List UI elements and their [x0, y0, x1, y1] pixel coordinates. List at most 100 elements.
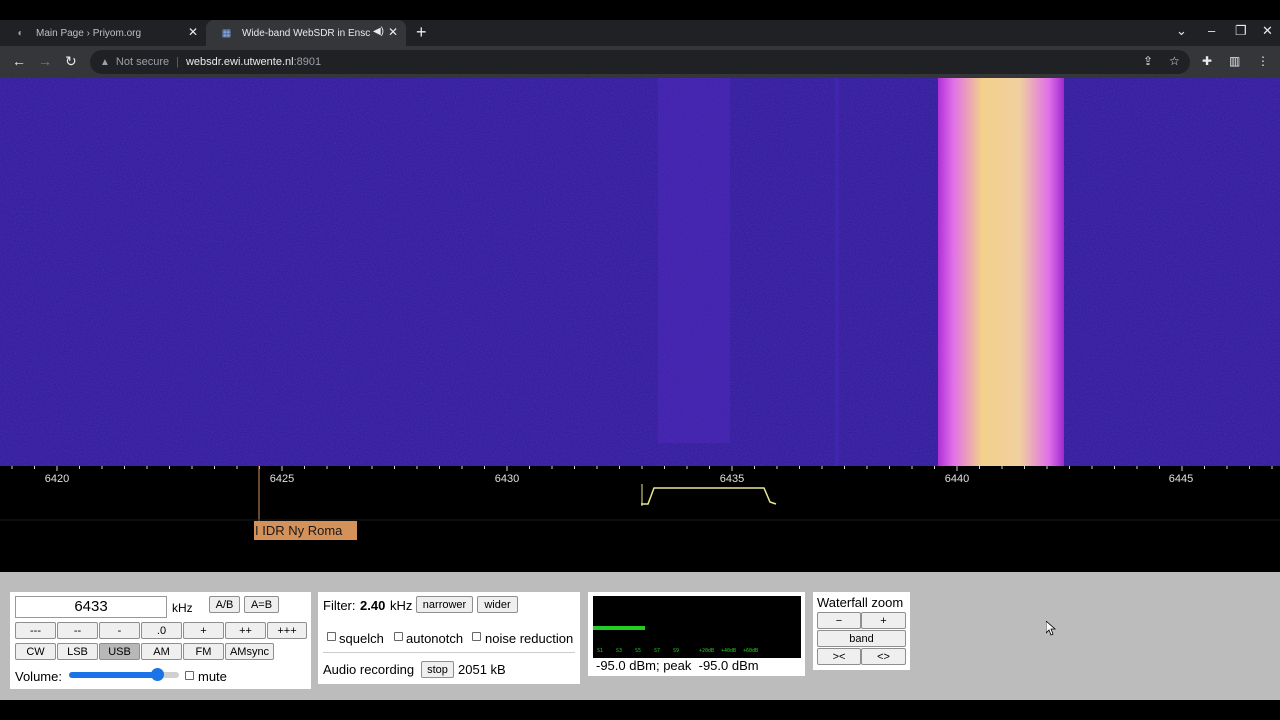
smeter-panel: S1 S3 S5 S7 S9 +20dB +40dB +60dB -95.0 dBm; pea…	[588, 592, 805, 676]
tick-label-6445: 6445	[1169, 473, 1193, 485]
smeter-display: S1 S3 S5 S7 S9 +20dB +40dB +60dB	[593, 596, 801, 658]
smeter-scale-labels: S1 S3 S5 S7 S9 +20dB +40dB +60dB	[597, 648, 758, 654]
waterfall-noise	[0, 78, 1280, 466]
tick-label-6440: 6440	[945, 473, 969, 485]
smeter-scale-label: +20dB	[699, 648, 714, 654]
filter-divider	[323, 652, 575, 653]
mute-checkbox[interactable]	[185, 671, 194, 680]
faint-carrier-line	[835, 78, 839, 466]
smeter-scale-label: S3	[616, 648, 622, 654]
zoom-title: Waterfall zoom	[817, 595, 904, 610]
squelch-checkbox[interactable]	[327, 632, 336, 641]
mouse-cursor-icon	[1046, 621, 1057, 636]
noise-reduction-checkbox[interactable]	[472, 632, 481, 641]
extensions-puzzle-icon[interactable]: ✚	[1202, 54, 1212, 68]
tick-label-6420: 6420	[45, 473, 69, 485]
mode-usb-button[interactable]: USB	[99, 643, 140, 660]
smeter-scale-label: +60dB	[743, 648, 758, 654]
warning-icon: ▲	[100, 56, 110, 68]
recording-size: 2051 kB	[458, 662, 506, 677]
bottom-black-strip	[0, 700, 1280, 720]
filter-unit: kHz	[390, 598, 413, 613]
narrower-button[interactable]: narrower	[416, 596, 473, 613]
zoom-narrow-button[interactable]: ><	[817, 648, 861, 665]
tab-bar: ◐ Main Page › Priyom.org ✕ ▦ Wide-band W…	[0, 20, 1280, 46]
smeter-scale-label: +40dB	[721, 648, 736, 654]
a-equals-b-button[interactable]: A=B	[244, 596, 279, 613]
step-up-large-button[interactable]: +++	[267, 622, 307, 639]
waterfall-display[interactable]	[0, 78, 1280, 466]
reload-icon[interactable]: ↻	[65, 53, 77, 70]
mode-fm-button[interactable]: FM	[183, 643, 224, 660]
frequency-scale[interactable]: 6420 6425 6430 6435 6440 6445 I IDR Ny R…	[0, 466, 1280, 572]
ab-button[interactable]: A/B	[209, 596, 240, 613]
tab-search-icon[interactable]: ⌄	[1176, 23, 1187, 39]
stop-recording-button[interactable]: stop	[421, 661, 454, 678]
minor-ticks	[11, 466, 1273, 471]
mode-cw-button[interactable]: CW	[15, 643, 56, 660]
share-icon[interactable]: ⇪	[1143, 54, 1153, 68]
round-frequency-button[interactable]: .0	[141, 622, 182, 639]
smeter-scale-label: S5	[635, 648, 641, 654]
autonotch-label: autonotch	[406, 631, 464, 646]
passband-indicator[interactable]	[641, 487, 777, 505]
frequency-input[interactable]: 6433	[15, 596, 167, 618]
zoom-in-button[interactable]: +	[861, 612, 906, 629]
bookmark-star-icon[interactable]: ☆	[1169, 54, 1180, 68]
smeter-scale-label: S9	[673, 648, 679, 654]
side-panel-icon[interactable]: ▥	[1229, 54, 1240, 68]
smeter-readout: -95.0 dBm; peak -95.0 dBm	[596, 658, 759, 673]
volume-slider[interactable]	[69, 668, 179, 681]
tab-title: Main Page › Priyom.org	[36, 27, 142, 39]
close-tab-icon[interactable]: ✕	[388, 25, 398, 39]
mode-lsb-button[interactable]: LSB	[57, 643, 98, 660]
top-black-strip	[0, 0, 1280, 20]
step-down-large-button[interactable]: ---	[15, 622, 56, 639]
step-up-small-button[interactable]: +	[183, 622, 224, 639]
wider-button[interactable]: wider	[477, 596, 518, 613]
maximize-icon[interactable]: ❐	[1235, 23, 1247, 39]
zoom-widen-button[interactable]: <>	[861, 648, 906, 665]
zoom-panel: Waterfall zoom − + band >< <>	[813, 592, 910, 670]
back-icon[interactable]: ←	[12, 53, 26, 69]
mode-amsync-button[interactable]: AMsync	[225, 643, 274, 660]
browser-menu-icon[interactable]: ⋮	[1257, 54, 1269, 68]
controls-area: 6433 kHz A/B A=B --- -- - .0 + ++ +++ CW…	[0, 572, 1280, 700]
mode-am-button[interactable]: AM	[141, 643, 182, 660]
volume-fill	[69, 672, 157, 678]
noise-reduction-label: noise reduction	[485, 631, 574, 646]
close-tab-icon[interactable]: ✕	[188, 25, 198, 39]
audio-playing-icon[interactable]: ◀)	[373, 26, 384, 37]
tab-title: Wide-band WebSDR in Ensch	[242, 27, 370, 39]
url-host: websdr.ewi.utwente.nl	[185, 56, 294, 68]
autonotch-checkbox[interactable]	[394, 632, 403, 641]
window-close-icon[interactable]: ✕	[1262, 23, 1273, 39]
step-down-small-button[interactable]: -	[99, 622, 140, 639]
zoom-band-button[interactable]: band	[817, 630, 906, 647]
volume-knob[interactable]	[151, 668, 164, 681]
new-tab-icon[interactable]: +	[416, 22, 427, 43]
forward-icon[interactable]: →	[38, 53, 52, 69]
tab-priyom[interactable]: ◐ Main Page › Priyom.org ✕	[0, 20, 206, 46]
frequency-unit: kHz	[172, 601, 193, 615]
filter-panel: Filter: 2.40 kHz narrower wider squelch …	[318, 592, 580, 684]
security-label: Not secure	[115, 56, 170, 68]
omnibox-divider: |	[176, 56, 179, 68]
tick-label-6425: 6425	[270, 473, 294, 485]
url-port: :8901	[293, 56, 322, 68]
filter-label: Filter:	[323, 598, 356, 613]
step-down-medium-button[interactable]: --	[57, 622, 98, 639]
station-label[interactable]: I IDR Ny Roma	[254, 521, 357, 540]
audio-recording-label: Audio recording	[323, 662, 415, 677]
tab-websdr[interactable]: ▦ Wide-band WebSDR in Ensch ◀) ✕	[206, 20, 406, 46]
minimize-icon[interactable]: –	[1208, 23, 1215, 38]
faint-signal-trace	[658, 78, 730, 443]
address-bar[interactable]: ▲ Not secure | websdr.ewi.utwente.nl :89…	[90, 50, 1190, 74]
zoom-out-button[interactable]: −	[817, 612, 861, 629]
smeter-scale-label: S7	[654, 648, 660, 654]
squelch-label: squelch	[339, 631, 384, 646]
smeter-level-bar	[593, 626, 645, 630]
volume-label: Volume:	[15, 669, 62, 684]
filter-value: 2.40	[360, 598, 386, 613]
step-up-medium-button[interactable]: ++	[225, 622, 266, 639]
